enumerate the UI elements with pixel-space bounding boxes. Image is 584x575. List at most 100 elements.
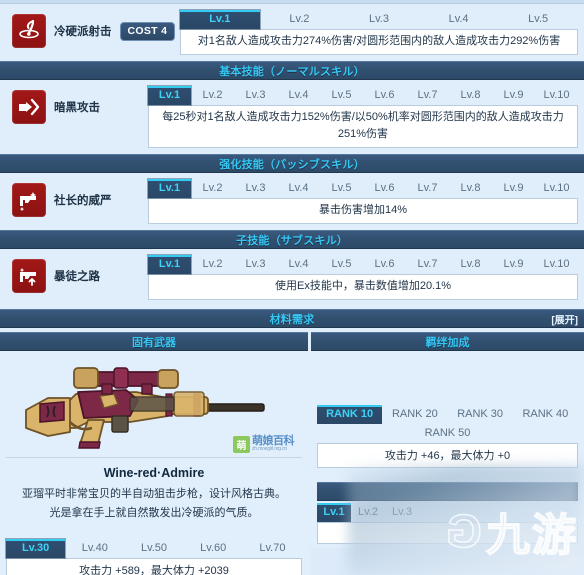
passive-skill-row: 社长的威严 Lv.1 Lv.2 Lv.3 Lv.4 Lv.5 Lv.6 Lv.7…: [0, 173, 584, 230]
lv-tab[interactable]: Lv.6: [363, 86, 406, 105]
lv-tab[interactable]: Lv.7: [406, 179, 449, 198]
weapon-panel-body: 萌 萌娘百科 zh.moegirl.org.cn Wine-red·Admire…: [0, 351, 308, 575]
lv-tab[interactable]: Lv.10: [535, 179, 578, 198]
normal-skill-name: 暗黑攻击: [54, 102, 100, 114]
lv-tab[interactable]: Lv.60: [184, 539, 243, 558]
weapon-level-tabs[interactable]: Lv.30 Lv.40 Lv.50 Lv.60 Lv.70: [6, 539, 302, 558]
lv-tab[interactable]: Lv.3: [234, 255, 277, 274]
crosshair-swirl-icon: [12, 14, 46, 48]
rank-tab[interactable]: RANK 50: [415, 424, 480, 443]
ex-skill-row: 冷硬派射击 COST 4 Lv.1 Lv.2 Lv.3 Lv.4 Lv.5 对1…: [0, 4, 584, 61]
passive-skill-header-title: 强化技能（パッシブスキル）: [219, 158, 365, 171]
bond-panel-header: 羁绊加成: [311, 332, 584, 351]
ex-skill-name: 冷硬派射击: [54, 26, 112, 38]
lv-tab[interactable]: Lv.1: [180, 10, 260, 29]
bond-sub-level-tabs[interactable]: Lv.1 Lv.2 Lv.3: [317, 503, 578, 522]
lv-tab[interactable]: Lv.4: [277, 255, 320, 274]
lv-tab[interactable]: Lv.3: [385, 503, 419, 522]
sub-skill-header-title: 子技能（サブスキル）: [236, 234, 348, 247]
lv-tab[interactable]: Lv.6: [363, 179, 406, 198]
passive-skill-name: 社长的威严: [54, 195, 112, 207]
lv-tab[interactable]: Lv.2: [351, 503, 385, 522]
moegirl-watermark: 萌 萌娘百科 zh.moegirl.org.cn: [233, 434, 295, 453]
lv-tab[interactable]: Lv.7: [406, 86, 449, 105]
lv-tab[interactable]: Lv.4: [419, 10, 499, 29]
sub-skill-row: 暴徒之路 Lv.1 Lv.2 Lv.3 Lv.4 Lv.5 Lv.6 Lv.7 …: [0, 249, 584, 306]
rank-tab[interactable]: RANK 10: [317, 405, 383, 424]
pistol-sparkle-icon: [12, 183, 46, 217]
sniper-rifle-artwork: 萌 萌娘百科 zh.moegirl.org.cn: [6, 357, 302, 458]
rank-tab[interactable]: RANK 30: [448, 405, 513, 424]
passive-skill-description: 暴击伤害增加14%: [148, 198, 578, 224]
normal-skill-identity: 暗黑攻击: [0, 86, 148, 128]
pistol-arrow-icon: [12, 259, 46, 293]
bond-sub-header-bar: [317, 482, 578, 501]
bond-top-spacer: [317, 357, 578, 405]
lv-tab[interactable]: Lv.9: [492, 255, 535, 274]
ex-skill-description: 对1名敌人造成攻击力274%伤害/对圆形范围内的敌人造成攻击力292%伤害: [180, 29, 578, 55]
lv-tab[interactable]: Lv.40: [65, 539, 124, 558]
weapon-description-line-2: 光是拿在手上就自然散发出冷硬派的气质。: [49, 507, 259, 519]
normal-skill-detail: Lv.1 Lv.2 Lv.3 Lv.4 Lv.5 Lv.6 Lv.7 Lv.8 …: [148, 86, 584, 148]
bond-panel: 羁绊加成 RANK 10 RANK 20 RANK 30 RANK 40 RAN…: [311, 332, 584, 575]
lv-tab[interactable]: Lv.1: [148, 255, 191, 274]
lv-tab[interactable]: Lv.6: [363, 255, 406, 274]
passive-skill-level-tabs[interactable]: Lv.1 Lv.2 Lv.3 Lv.4 Lv.5 Lv.6 Lv.7 Lv.8 …: [148, 179, 578, 198]
lv-tab[interactable]: Lv.8: [449, 86, 492, 105]
lv-tab[interactable]: Lv.3: [234, 86, 277, 105]
sub-skill-detail: Lv.1 Lv.2 Lv.3 Lv.4 Lv.5 Lv.6 Lv.7 Lv.8 …: [148, 255, 584, 300]
passive-skill-identity: 社长的威严: [0, 179, 148, 221]
lv-tab[interactable]: Lv.7: [406, 255, 449, 274]
sub-skill-name: 暴徒之路: [54, 271, 100, 283]
lv-tab[interactable]: Lv.10: [535, 86, 578, 105]
lv-tab[interactable]: Lv.5: [320, 255, 363, 274]
lv-tab[interactable]: Lv.8: [449, 179, 492, 198]
skill-detail-page: 冷硬派射击 COST 4 Lv.1 Lv.2 Lv.3 Lv.4 Lv.5 对1…: [0, 0, 584, 575]
lv-tab[interactable]: Lv.3: [339, 10, 419, 29]
sub-skill-level-tabs[interactable]: Lv.1 Lv.2 Lv.3 Lv.4 Lv.5 Lv.6 Lv.7 Lv.8 …: [148, 255, 578, 274]
lv-tab[interactable]: Lv.30: [6, 539, 66, 558]
rank-tab[interactable]: RANK 40: [513, 405, 578, 424]
materials-expand-link[interactable]: [展开]: [551, 311, 578, 326]
lv-tab[interactable]: Lv.50: [124, 539, 183, 558]
weapon-description-line-1: 亚瑠平时非常宝贝的半自动狙击步枪，设计风格古典。: [22, 488, 286, 500]
dark-attack-icon: [12, 90, 46, 124]
ex-skill-detail: Lv.1 Lv.2 Lv.3 Lv.4 Lv.5 对1名敌人造成攻击力274%伤…: [180, 10, 584, 55]
lv-tab[interactable]: Lv.9: [492, 86, 535, 105]
bottom-two-columns: 固有武器 萌 萌娘百科 zh.moegirl.org.cn Wine-red·A…: [0, 332, 584, 575]
lv-tab[interactable]: Lv.5: [320, 86, 363, 105]
bond-rank-tabs[interactable]: RANK 10 RANK 20 RANK 30 RANK 40 RANK 50: [317, 405, 578, 443]
lv-tab[interactable]: Lv.2: [191, 86, 234, 105]
sub-skill-header: 子技能（サブスキル）: [0, 230, 584, 249]
lv-tab[interactable]: Lv.5: [498, 10, 578, 29]
lv-tab[interactable]: Lv.10: [535, 255, 578, 274]
lv-tab[interactable]: Lv.70: [243, 539, 302, 558]
lv-tab[interactable]: Lv.1: [317, 503, 351, 522]
sub-skill-description: 使用Ex技能中，暴击数值增加20.1%: [148, 274, 578, 300]
lv-tab[interactable]: Lv.5: [320, 179, 363, 198]
ex-skill-level-tabs[interactable]: Lv.1 Lv.2 Lv.3 Lv.4 Lv.5: [180, 10, 578, 29]
lv-tab[interactable]: Lv.1: [148, 86, 191, 105]
rank-tab[interactable]: RANK 20: [382, 405, 447, 424]
bond-rank-tabs-row2: RANK 50: [317, 424, 578, 443]
moegirl-badge: 萌: [233, 436, 250, 453]
normal-skill-level-tabs[interactable]: Lv.1 Lv.2 Lv.3 Lv.4 Lv.5 Lv.6 Lv.7 Lv.8 …: [148, 86, 578, 105]
weapon-name: Wine-red·Admire: [103, 466, 205, 480]
bond-panel-body: RANK 10 RANK 20 RANK 30 RANK 40 RANK 50 …: [311, 351, 584, 548]
moegirl-watermark-main: 萌娘百科: [252, 434, 295, 447]
lv-tab[interactable]: Lv.8: [449, 255, 492, 274]
lv-tab[interactable]: Lv.1: [148, 179, 191, 198]
weapon-spacer: [6, 523, 302, 539]
lv-tab[interactable]: Lv.3: [234, 179, 277, 198]
lv-tab[interactable]: Lv.9: [492, 179, 535, 198]
lv-tab[interactable]: Lv.2: [260, 10, 340, 29]
materials-header[interactable]: 材料需求 [展开]: [0, 309, 584, 328]
lv-tab[interactable]: Lv.4: [277, 86, 320, 105]
materials-header-title: 材料需求: [269, 313, 315, 326]
bond-stat-text: 攻击力 +46，最大体力 +0: [317, 443, 578, 468]
lv-tab[interactable]: Lv.4: [277, 179, 320, 198]
lv-tab[interactable]: Lv.2: [191, 255, 234, 274]
lv-tab[interactable]: Lv.2: [191, 179, 234, 198]
normal-skill-row: 暗黑攻击 Lv.1 Lv.2 Lv.3 Lv.4 Lv.5 Lv.6 Lv.7 …: [0, 80, 584, 154]
weapon-panel-title: 固有武器: [132, 336, 176, 349]
